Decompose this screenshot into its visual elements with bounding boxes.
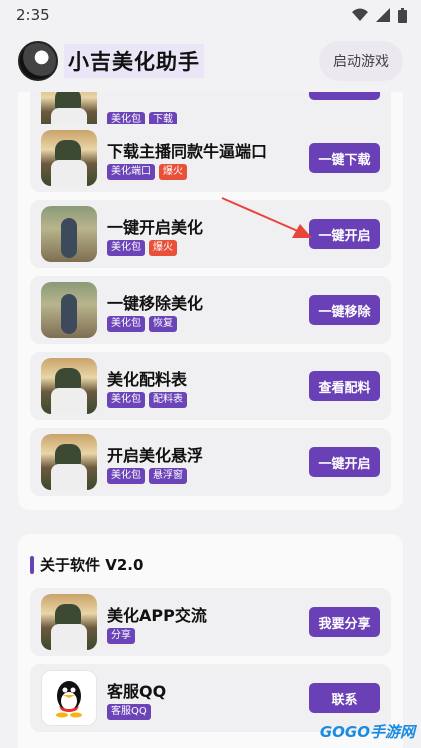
item-title: 一键移除美化 <box>107 294 204 313</box>
tag: 悬浮窗 <box>149 468 187 484</box>
pubg-thumbnail <box>41 130 97 186</box>
pubg-thumbnail <box>41 434 97 490</box>
tag: 美化包 <box>107 240 145 256</box>
tag: 配料表 <box>149 392 187 408</box>
view-ingredients-button[interactable]: 查看配料 <box>309 371 380 401</box>
tag-group: 美化包 悬浮窗 <box>107 468 187 484</box>
tag: 客服QQ <box>107 704 151 720</box>
wifi-icon <box>352 8 368 21</box>
tag: 爆火 <box>149 240 177 256</box>
app-avatar <box>18 41 58 81</box>
status-time: 2:35 <box>16 6 50 24</box>
tag: 分享 <box>107 628 135 644</box>
tag-group: 客服QQ <box>107 704 151 720</box>
launch-game-button[interactable]: 启动游戏 <box>319 41 403 81</box>
remove-button[interactable]: 一键移除 <box>309 295 380 325</box>
tag-group: 分享 <box>107 628 135 644</box>
download-button[interactable]: 一键下载 <box>309 143 380 173</box>
item-title: 美化APP交流 <box>107 606 207 625</box>
about-title: 关于软件 V2.0 <box>40 556 144 574</box>
pubg-thumbnail <box>41 594 97 650</box>
tag-group: 美化包 恢复 <box>107 316 177 332</box>
item-title: 一键开启美化 <box>107 218 204 237</box>
tag: 爆火 <box>159 164 187 180</box>
list-item-app-exchange: 美化APP交流 分享 我要分享 <box>30 588 391 656</box>
qq-penguin-icon <box>56 681 82 718</box>
list-item-float-window: 开启美化悬浮 美化包 悬浮窗 一键开启 <box>30 428 391 496</box>
skin-photo-thumbnail <box>41 206 97 262</box>
tag: 美化包 <box>107 392 145 408</box>
item-title: 客服QQ <box>107 682 167 701</box>
pointer-arrow <box>221 197 312 238</box>
enable-float-button[interactable]: 一键开启 <box>309 447 380 477</box>
signal-icon <box>376 8 390 22</box>
item-title: 下载主播同款牛逼端口 <box>107 142 268 161</box>
list-item-enable-skin: 一键开启美化 美化包 爆火 一键开启 <box>30 200 391 268</box>
app-header: 小吉美化助手 启动游戏 <box>0 30 421 92</box>
section-marker <box>30 555 34 574</box>
pubg-thumbnail <box>41 358 97 414</box>
skin-photo-thumbnail <box>41 282 97 338</box>
tag-group: 美化包 爆火 <box>107 240 177 256</box>
about-section-header: 关于软件 V2.0 <box>30 554 143 575</box>
share-button[interactable]: 我要分享 <box>309 607 380 637</box>
tag: 美化包 <box>107 316 145 332</box>
app-title: 小吉美化助手 <box>64 44 204 78</box>
item-title: 开启美化悬浮 <box>107 446 204 465</box>
tag: 美化包 <box>107 468 145 484</box>
battery-icon <box>398 7 407 23</box>
list-item-download-port: 下载主播同款牛逼端口 美化端口 爆火 一键下载 <box>30 124 391 192</box>
list-item-remove-skin: 一键移除美化 美化包 恢复 一键移除 <box>30 276 391 344</box>
status-icons <box>352 7 407 23</box>
contact-button[interactable]: 联系 <box>309 683 380 713</box>
qq-thumbnail <box>41 670 97 726</box>
watermark-logo: GOGO手游网 <box>319 723 415 741</box>
tag: 恢复 <box>149 316 177 332</box>
tag: 美化端口 <box>107 164 155 180</box>
tag-group: 美化包 配料表 <box>107 392 187 408</box>
status-bar: 2:35 <box>0 0 421 30</box>
tag-group: 美化端口 爆火 <box>107 164 187 180</box>
item-title: 美化配料表 <box>107 370 188 389</box>
list-item-ingredients: 美化配料表 美化包 配料表 查看配料 <box>30 352 391 420</box>
